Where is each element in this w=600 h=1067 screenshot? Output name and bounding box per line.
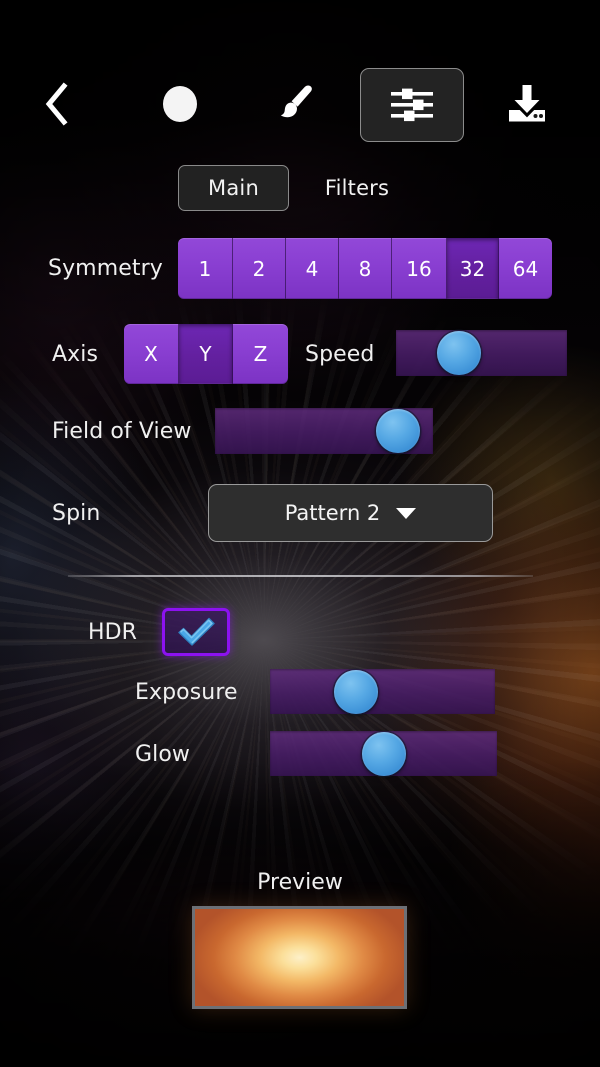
- axis-option-x[interactable]: X: [124, 324, 179, 384]
- spin-label: Spin: [52, 501, 101, 526]
- tab-filters-label: Filters: [324, 176, 390, 200]
- axis-option-z[interactable]: Z: [233, 324, 288, 384]
- symmetry-label: Symmetry: [48, 256, 163, 281]
- speed-label: Speed: [305, 342, 375, 367]
- back-button[interactable]: [28, 75, 84, 133]
- exposure-slider-thumb[interactable]: [333, 669, 378, 714]
- symmetry-option-64[interactable]: 64: [499, 238, 552, 299]
- field-of-view-slider[interactable]: [215, 408, 433, 454]
- tab-main[interactable]: Main: [178, 165, 289, 211]
- chevron-left-icon: [45, 82, 68, 126]
- preview-label: Preview: [257, 870, 343, 895]
- checkmark-icon: [178, 617, 215, 646]
- symmetry-option-32[interactable]: 32: [447, 238, 499, 299]
- glow-slider[interactable]: [270, 731, 497, 776]
- symmetry-option-8[interactable]: 8: [339, 238, 392, 299]
- chevron-down-icon: [396, 507, 417, 519]
- axis-option-y[interactable]: Y: [179, 324, 233, 384]
- sliders-icon: [391, 88, 433, 122]
- spin-dropdown-value: Pattern 2: [284, 501, 381, 525]
- speed-slider-thumb[interactable]: [437, 331, 482, 375]
- speed-slider-track: [396, 330, 567, 376]
- tab-filters[interactable]: Filters: [305, 165, 409, 211]
- paintbrush-icon: [280, 85, 312, 118]
- section-divider: [68, 575, 533, 577]
- hdr-checkbox[interactable]: [162, 608, 230, 656]
- filled-circle-icon: [163, 86, 197, 122]
- symmetry-option-16[interactable]: 16: [392, 238, 447, 299]
- tab-main-label: Main: [208, 176, 259, 200]
- symmetry-option-4[interactable]: 4: [286, 238, 339, 299]
- symmetry-option-1[interactable]: 1: [178, 238, 233, 299]
- settings-button[interactable]: [360, 68, 464, 142]
- glow-slider-thumb[interactable]: [361, 731, 406, 776]
- exposure-slider[interactable]: [270, 669, 495, 714]
- top-toolbar: [0, 66, 600, 144]
- axis-label: Axis: [52, 342, 99, 367]
- exposure-slider-track: [270, 669, 495, 714]
- hdr-label: HDR: [88, 620, 138, 645]
- symmetry-option-2[interactable]: 2: [233, 238, 286, 299]
- download-tray-icon: [509, 85, 545, 122]
- speed-slider[interactable]: [396, 330, 567, 376]
- field-of-view-slider-thumb[interactable]: [376, 409, 421, 453]
- preview-image: [192, 906, 407, 1009]
- symmetry-button-group: 1 2 4 8 16 32 64: [178, 238, 552, 299]
- field-of-view-label: Field of View: [52, 419, 192, 444]
- brush-button[interactable]: [264, 75, 326, 133]
- shape-button[interactable]: [150, 75, 210, 133]
- exposure-label: Exposure: [135, 680, 238, 705]
- glow-label: Glow: [135, 742, 191, 767]
- export-button[interactable]: [496, 75, 558, 133]
- tab-strip: Main Filters: [0, 165, 600, 213]
- spin-dropdown[interactable]: Pattern 2: [208, 484, 493, 542]
- axis-button-group: X Y Z: [124, 324, 288, 384]
